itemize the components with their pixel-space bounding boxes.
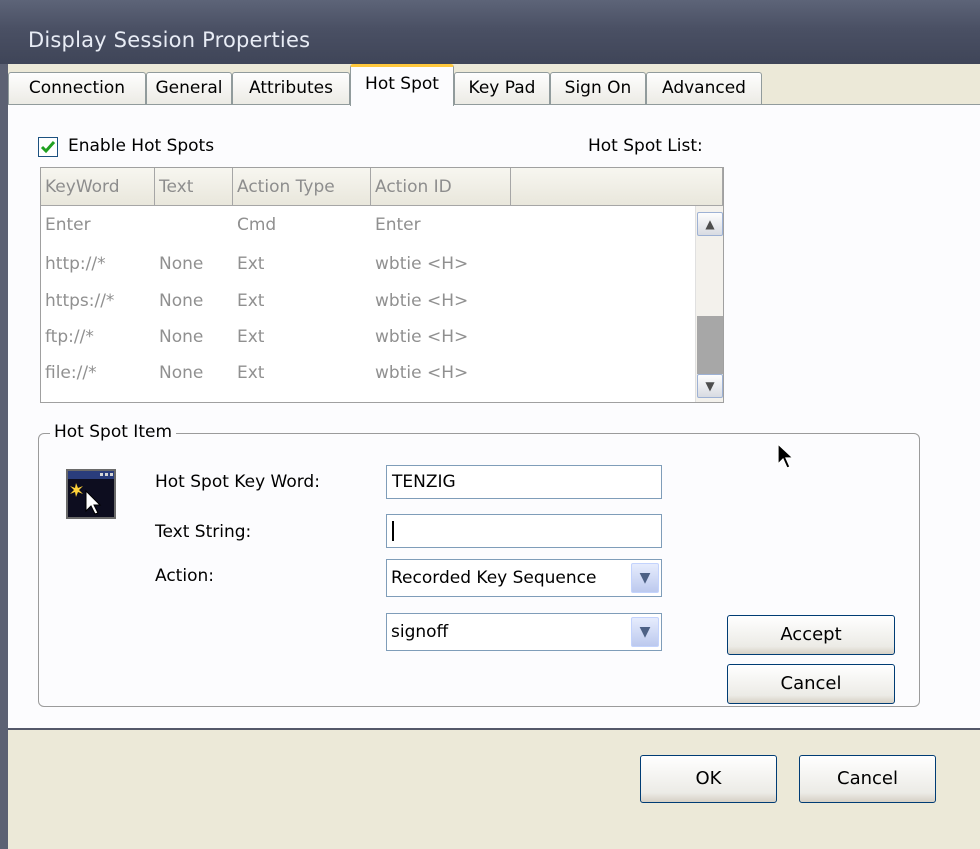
cell-action-type: Ext <box>237 363 265 383</box>
action-id-select[interactable]: signoff ▼ <box>386 613 662 651</box>
cell-action-id: wbtie <H> <box>375 254 469 274</box>
hot-spot-item-title: Hot Spot Item <box>50 422 177 442</box>
scroll-down-arrow-icon[interactable]: ▼ <box>697 374 723 398</box>
column-header-action-type[interactable]: Action Type <box>233 168 371 206</box>
cell-action-id: wbtie <H> <box>375 327 469 347</box>
list-header: KeyWord Text Action Type Action ID <box>41 168 723 206</box>
ok-button[interactable]: OK <box>640 755 777 803</box>
cell-action-type: Ext <box>237 291 265 311</box>
list-scrollbar[interactable]: ▲ ▼ <box>695 206 723 402</box>
enable-hot-spots-label[interactable]: Enable Hot Spots <box>68 136 214 156</box>
cell-action-id: wbtie <H> <box>375 363 469 383</box>
tab-connection[interactable]: Connection <box>8 72 146 104</box>
cell-action-type: Ext <box>237 254 265 274</box>
title-bar[interactable]: Display Session Properties <box>0 0 980 64</box>
text-string-input[interactable] <box>386 514 662 548</box>
cell-action-type: Ext <box>237 327 265 347</box>
cell-keyword: http://* <box>45 254 106 274</box>
hotspot-window-icon <box>66 469 116 519</box>
cell-action-id: wbtie <H> <box>375 291 469 311</box>
action-select-value: Recorded Key Sequence <box>391 568 597 588</box>
action-id-select-value: signoff <box>391 622 449 642</box>
hot-spot-list-label: Hot Spot List: <box>588 136 703 156</box>
scrollbar-thumb[interactable] <box>697 316 723 374</box>
list-row[interactable]: https://* None Ext wbtie <H> <box>41 291 691 320</box>
action-select[interactable]: Recorded Key Sequence ▼ <box>386 559 662 597</box>
text-string-label: Text String: <box>155 522 252 542</box>
tab-general[interactable]: General <box>146 72 232 104</box>
cell-keyword: https://* <box>45 291 115 311</box>
cell-action-type: Cmd <box>237 215 277 235</box>
cell-keyword: Enter <box>45 215 91 235</box>
chevron-down-icon[interactable]: ▼ <box>631 617 659 647</box>
item-cancel-button[interactable]: Cancel <box>727 664 895 704</box>
column-header-keyword[interactable]: KeyWord <box>41 168 155 206</box>
action-label: Action: <box>155 566 214 586</box>
tab-key-pad[interactable]: Key Pad <box>454 72 550 104</box>
cell-text: None <box>159 363 204 383</box>
list-row[interactable]: file://* None Ext wbtie <H> <box>41 363 691 392</box>
chevron-down-icon[interactable]: ▼ <box>631 563 659 593</box>
column-header-action-id[interactable]: Action ID <box>371 168 511 206</box>
accept-button[interactable]: Accept <box>727 615 895 655</box>
column-header-text[interactable]: Text <box>155 168 233 206</box>
cell-keyword: ftp://* <box>45 327 94 347</box>
scroll-up-arrow-icon[interactable]: ▲ <box>697 212 723 236</box>
cell-text: None <box>159 254 204 274</box>
column-header-blank <box>511 168 723 206</box>
hot-spot-list[interactable]: KeyWord Text Action Type Action ID Enter… <box>40 167 724 403</box>
text-caret <box>392 521 394 541</box>
list-row[interactable]: ftp://* None Ext wbtie <H> <box>41 327 691 356</box>
cell-keyword: file://* <box>45 363 97 383</box>
checkmark-icon <box>40 141 56 154</box>
hot-spot-key-word-label: Hot Spot Key Word: <box>155 472 320 492</box>
hot-spot-key-word-input[interactable]: TENZIG <box>386 465 662 499</box>
list-row[interactable]: http://* None Ext wbtie <H> <box>41 254 691 283</box>
tab-hot-spot[interactable]: Hot Spot <box>350 64 454 106</box>
cell-action-id: Enter <box>375 215 421 235</box>
tab-strip: Connection General Attributes Hot Spot K… <box>8 64 980 106</box>
list-row[interactable]: Enter Cmd Enter <box>41 215 691 244</box>
mouse-cursor-icon <box>777 443 795 469</box>
tab-sign-on[interactable]: Sign On <box>550 72 646 104</box>
window-title: Display Session Properties <box>28 28 311 52</box>
enable-hot-spots-checkbox[interactable] <box>38 137 58 157</box>
cell-text: None <box>159 327 204 347</box>
cancel-button[interactable]: Cancel <box>799 755 936 803</box>
tab-advanced[interactable]: Advanced <box>646 72 762 104</box>
tab-attributes[interactable]: Attributes <box>232 72 350 104</box>
cell-text: None <box>159 291 204 311</box>
